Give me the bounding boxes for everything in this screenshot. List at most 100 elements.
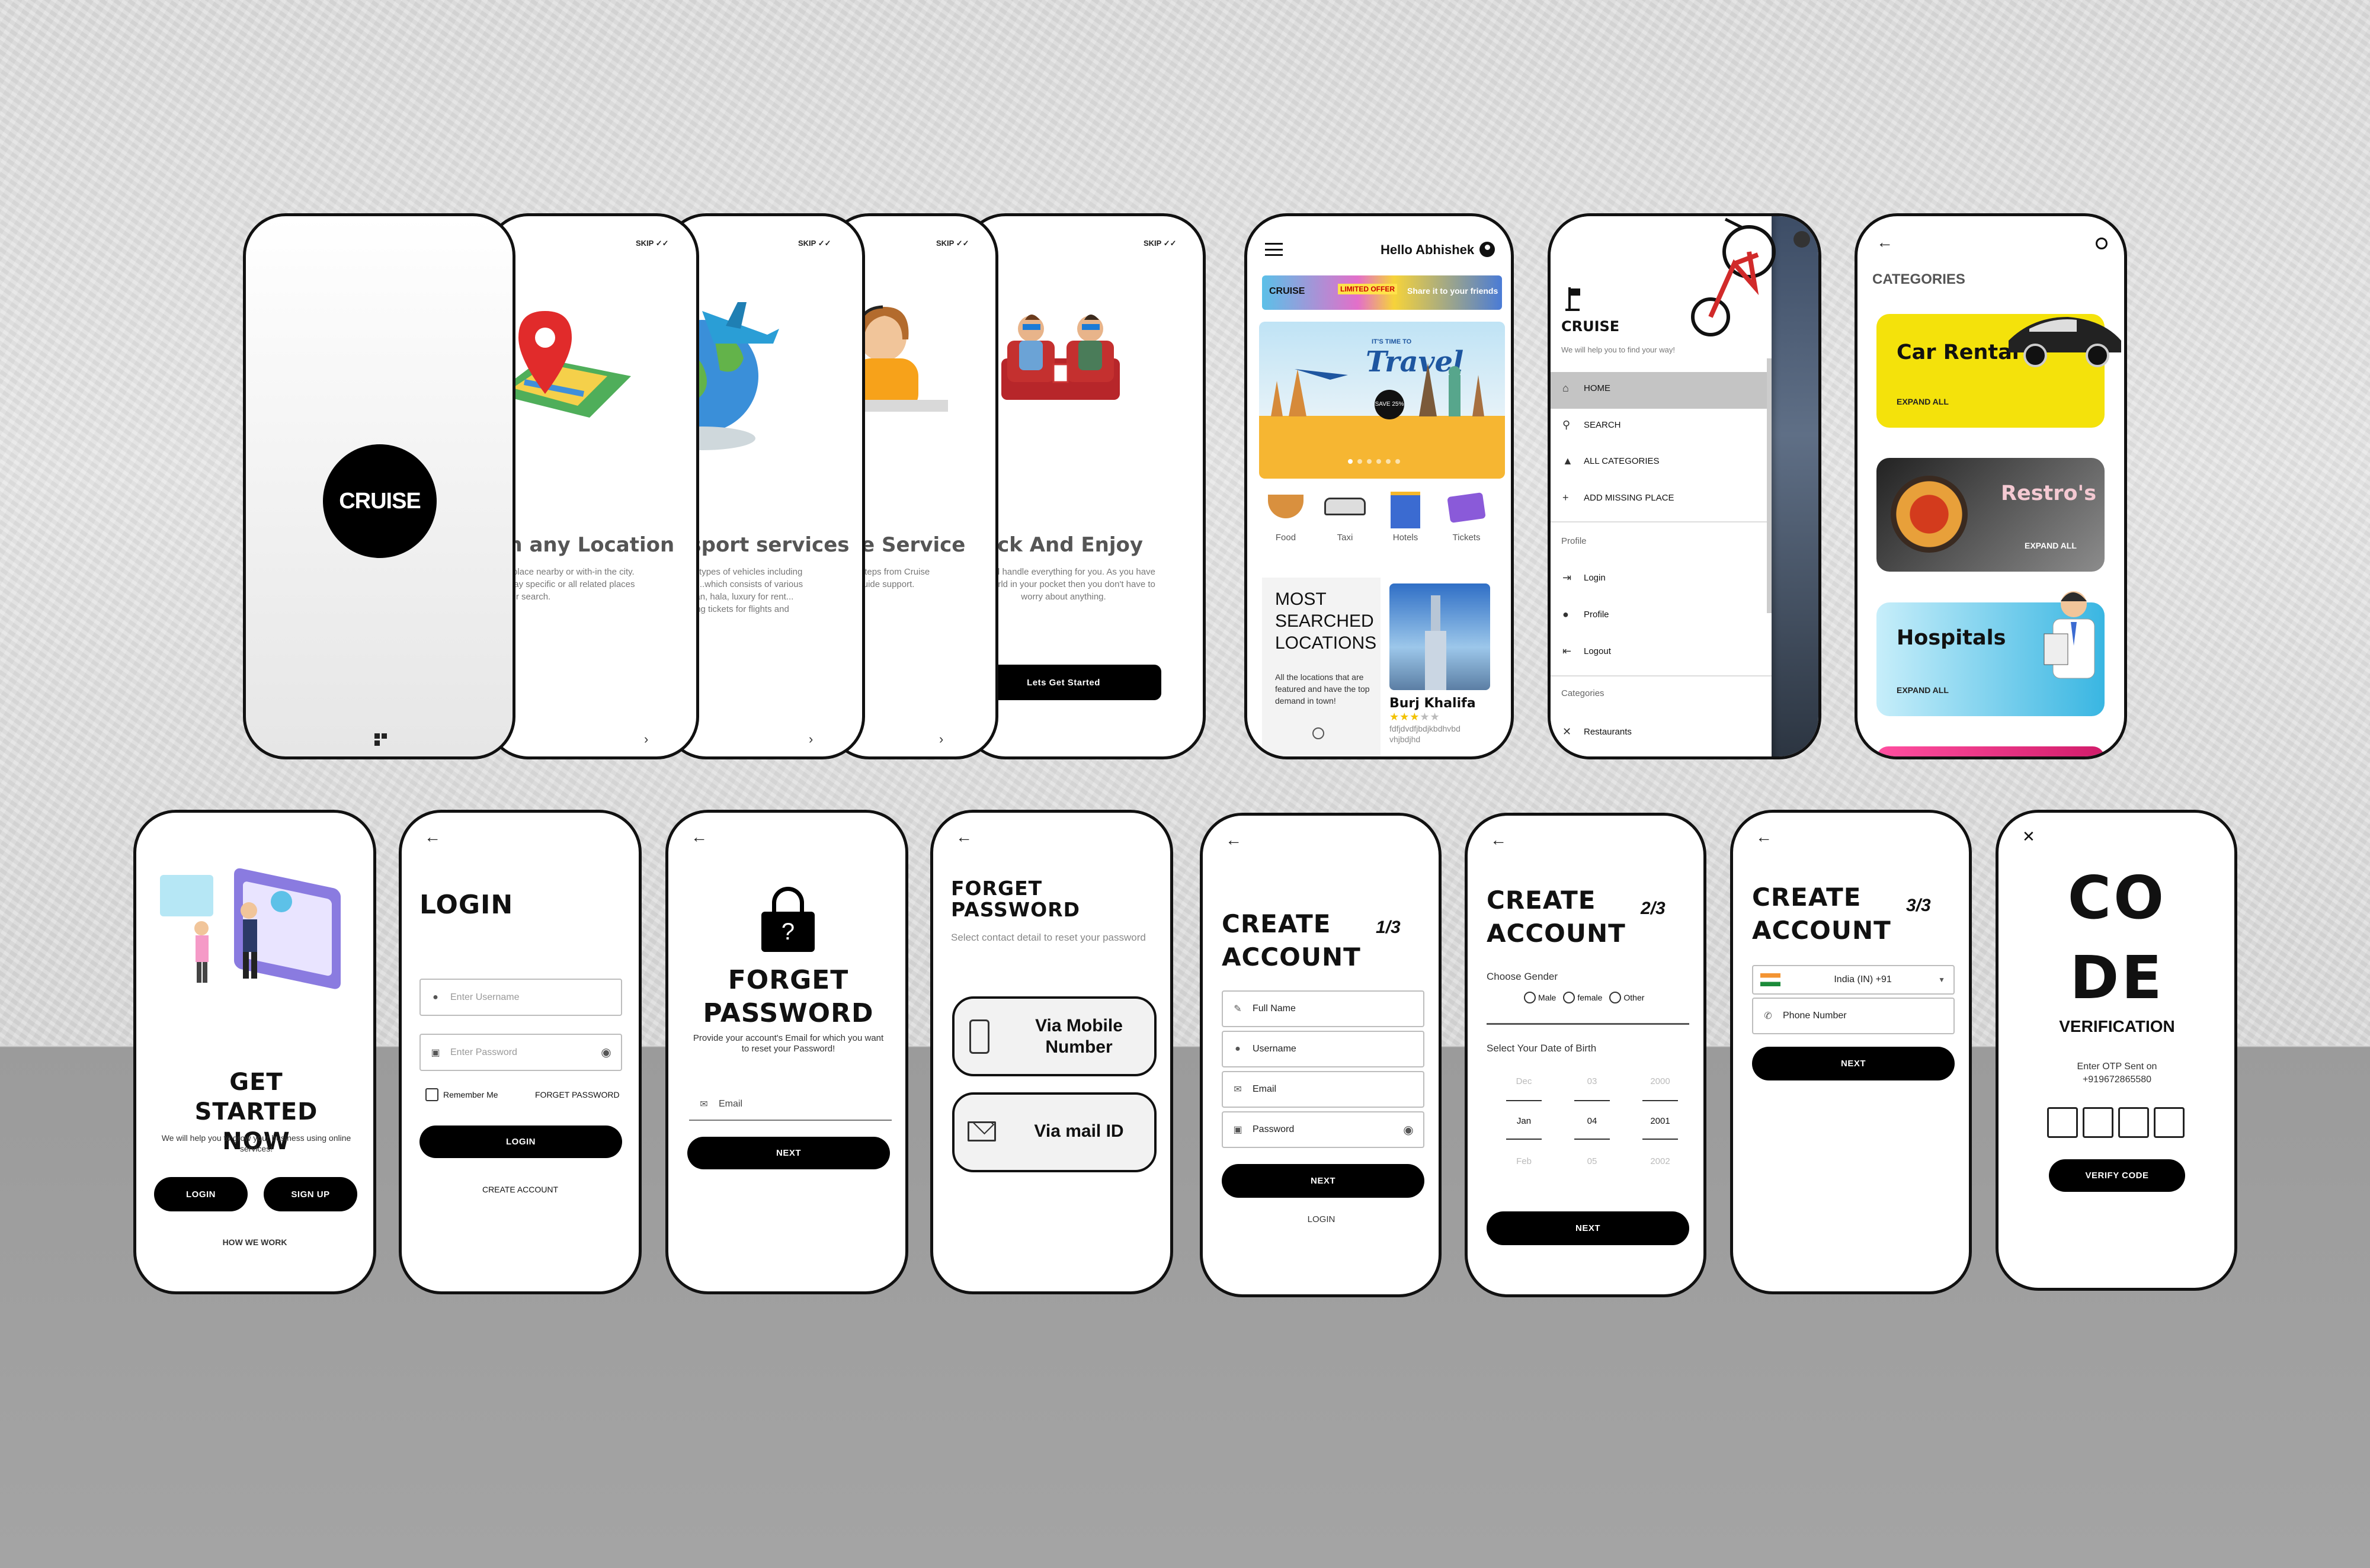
radio-male[interactable]: Male [1524,992,1556,1003]
dob-row: Feb 05 2002 [1506,1156,1678,1166]
email-input[interactable]: ✉ Email [689,1088,892,1121]
password-input[interactable]: ▣ Enter Password ◉ [419,1034,622,1071]
verify-code-button[interactable]: VERIFY CODE [2049,1159,2185,1192]
password-placeholder: Enter Password [450,1047,517,1057]
drawer-item-search[interactable]: ⚲ SEARCH [1562,419,1621,431]
back-arrow-icon[interactable]: ← [1876,233,1893,252]
dob-day: 05 [1587,1156,1597,1166]
account-icon[interactable] [1793,231,1810,248]
back-arrow-icon[interactable]: ← [1490,831,1507,849]
login-button[interactable]: LOGIN [419,1126,622,1158]
category-tickets[interactable]: Tickets [1440,492,1493,543]
back-arrow-icon[interactable]: ← [424,828,441,846]
banner-small-text: IT'S TIME TO [1372,338,1412,345]
otp-digit-1[interactable] [2047,1107,2078,1138]
email-input[interactable]: ✉ Email [1222,1071,1424,1108]
dob-picker[interactable]: Dec 03 2000 Jan 04 2001 Feb 05 2002 [1506,1076,1678,1224]
create-account-step1-screen: ← CREATE ACCOUNT 1/3 ✎ Full Name ● Usernam… [1200,813,1442,1297]
next-button[interactable]: NEXT [687,1137,890,1169]
username-input[interactable]: ● Enter Username [419,979,622,1016]
cutlery-icon: ✕ [1562,726,1572,737]
expand-all-link[interactable]: EXPAND ALL [2025,541,2077,550]
sign-up-button[interactable]: SIGN UP [264,1177,357,1211]
otp-digit-3[interactable] [2118,1107,2149,1138]
back-arrow-icon[interactable]: ← [691,828,707,846]
eye-icon[interactable]: ◉ [600,1046,613,1059]
skip-link[interactable]: SKIP ✓✓ [636,239,669,248]
login-button[interactable]: LOGIN [154,1177,248,1211]
loader-icon [374,733,387,746]
via-mail-option[interactable]: Via mail ID [952,1092,1157,1172]
drawer-item-profile[interactable]: ● Profile [1562,608,1609,621]
category-taxi[interactable]: Taxi [1318,495,1372,543]
next-button[interactable]: NEXT [1222,1164,1424,1198]
password-input[interactable]: ▣ Password ◉ [1222,1111,1424,1148]
search-icon[interactable] [2096,238,2108,249]
next-chevron-icon[interactable]: › [939,732,943,747]
via-mobile-option[interactable]: Via Mobile Number [952,996,1157,1076]
category-card-title: Hospitals [1897,626,2006,650]
next-chevron-icon[interactable]: › [809,732,813,747]
logout-icon: ⇤ [1562,645,1572,657]
dob-month: Jan [1516,1116,1532,1126]
category-label: Taxi [1337,533,1353,543]
radio-other[interactable]: Other [1609,992,1644,1003]
eye-icon[interactable]: ◉ [1402,1123,1415,1137]
phone-placeholder: Phone Number [1783,1011,1847,1021]
account-icon[interactable] [1479,242,1495,257]
otp-digit-4[interactable] [2154,1107,2185,1138]
plus-icon: + [1562,492,1569,504]
drawer-item-restaurants[interactable]: ✕ Restaurants [1562,726,1632,738]
next-button[interactable]: NEXT [1752,1047,1955,1080]
create-account-title: CREATE ACCOUNT [1487,886,1626,948]
most-searched-text: All the locations that are featured and … [1275,672,1370,706]
otp-digit-2[interactable] [2083,1107,2113,1138]
expand-all-link[interactable]: EXPAND ALL [1897,685,1949,695]
category-card-restros[interactable]: Restro's EXPAND ALL [1876,458,2105,572]
next-chevron-icon[interactable]: › [644,732,648,747]
drawer-item-add-place[interactable]: + ADD MISSING PLACE [1562,492,1674,504]
remember-checkbox[interactable] [425,1088,438,1101]
full-name-input[interactable]: ✎ Full Name [1222,990,1424,1027]
drawer-item-home-row[interactable]: ⌂ HOME [1562,382,1610,395]
promo-banner[interactable]: CRUISE LIMITED OFFER Share it to your fr… [1262,275,1502,310]
greeting-text: Hello Abhishek [1381,242,1475,257]
drawer-item-login[interactable]: ⇥ Login [1562,572,1606,584]
country-select[interactable]: India (IN) +91 ▼ [1752,965,1955,995]
phone-input[interactable]: ✆ Phone Number [1752,998,1955,1034]
username-input[interactable]: ● Username [1222,1031,1424,1067]
skip-link[interactable]: SKIP ✓✓ [936,239,969,248]
back-arrow-icon[interactable]: ← [956,828,972,846]
menu-icon[interactable] [1265,243,1283,256]
how-we-work-link[interactable]: HOW WE WORK [136,1237,373,1247]
expand-all-link[interactable]: EXPAND ALL [1897,397,1949,406]
radio-female[interactable]: female [1563,992,1602,1003]
food-icon [1268,495,1304,518]
travel-banner[interactable]: IT'S TIME TO Travel SAVE 25% [1259,322,1505,479]
step-indicator: 2/3 [1641,899,1666,918]
category-hotels[interactable]: Hotels [1379,492,1432,543]
bicycle-illustration [1691,217,1776,336]
create-account-link[interactable]: CREATE ACCOUNT [402,1185,639,1194]
drawer-item-logout[interactable]: ⇤ Logout [1562,645,1611,658]
close-icon[interactable]: ✕ [2022,828,2035,846]
drawer-item-all-categories[interactable]: ▲ ALL CATEGORIES [1562,455,1660,467]
forget-password-link[interactable]: FORGET PASSWORD [535,1090,620,1099]
next-button[interactable]: NEXT [1487,1211,1689,1245]
create-account-title: CREATE ACCOUNT [1752,883,1891,945]
skip-link[interactable]: SKIP ✓✓ [1144,239,1177,248]
flag-icon [1565,287,1581,311]
back-arrow-icon[interactable]: ← [1756,828,1772,846]
place-card[interactable]: Burj Khalifa ★★★★★ fdfjdvdfjbdjkbdhvbd v… [1389,583,1508,756]
login-link[interactable]: LOGIN [1203,1214,1439,1224]
categories-section-header: Categories [1561,688,1604,698]
banner-pager [1348,459,1419,464]
person-icon: ● [1562,608,1569,620]
drawer-item-label: Login [1584,573,1606,583]
scrollbar[interactable] [1767,358,1772,613]
back-arrow-icon[interactable]: ← [1225,831,1242,849]
skip-link[interactable]: SKIP ✓✓ [798,239,831,248]
place-image [1389,583,1490,690]
category-food[interactable]: Food [1259,495,1312,543]
forget-password-method-screen: ← FORGET PASSWORD Select contact detail … [930,810,1173,1294]
